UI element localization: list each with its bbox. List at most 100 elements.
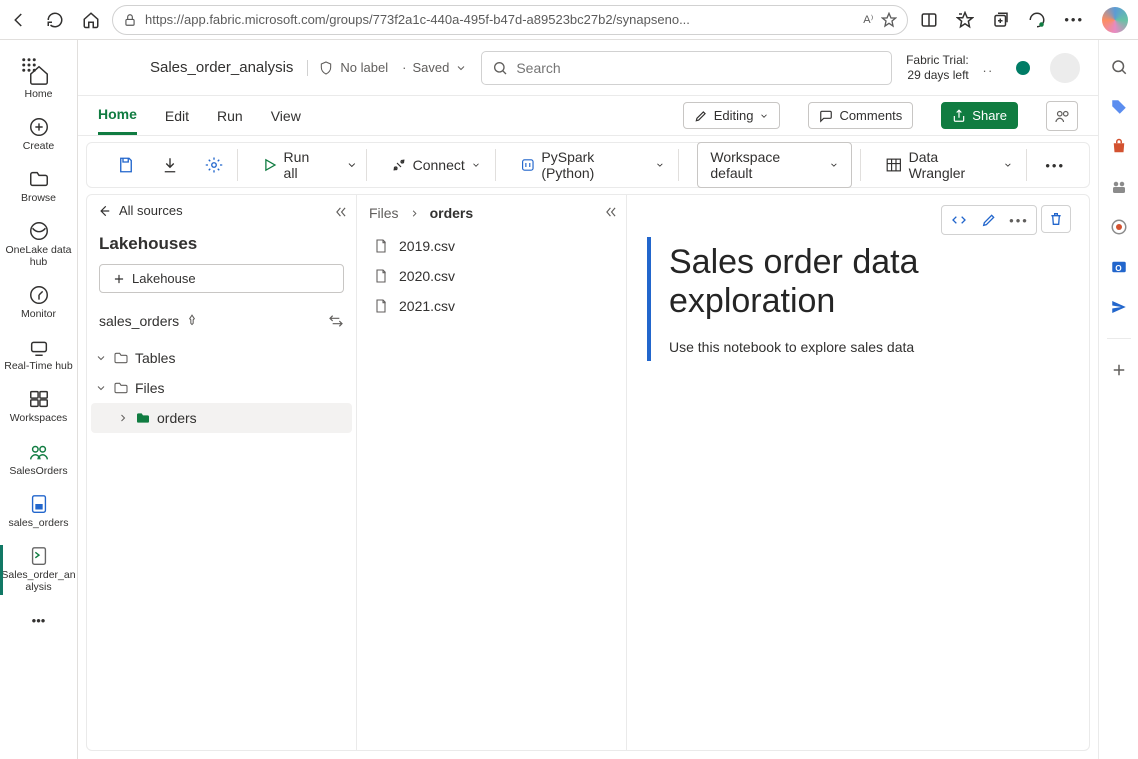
chevron-down-icon: [455, 62, 467, 74]
url-input[interactable]: [145, 12, 855, 27]
file-row[interactable]: 2019.csv: [365, 231, 618, 261]
connect-icon: [391, 157, 407, 173]
swap-icon[interactable]: [328, 313, 344, 329]
header-more-icon[interactable]: ..: [983, 60, 994, 75]
tab-run[interactable]: Run: [217, 96, 243, 135]
add-pane-icon[interactable]: [1110, 361, 1128, 379]
rail-create[interactable]: Create: [0, 110, 77, 160]
app-launcher-icon[interactable]: [12, 48, 46, 82]
download-button[interactable]: [155, 152, 185, 178]
collab-presence-button[interactable]: [1046, 101, 1078, 131]
rail-sales-orders-lh[interactable]: sales_orders: [0, 487, 77, 537]
rail-salesorders-ws[interactable]: SalesOrders: [0, 435, 77, 485]
teams-icon[interactable]: [1110, 178, 1128, 196]
outlook-icon[interactable]: O: [1110, 258, 1128, 276]
tag-icon[interactable]: [1110, 98, 1128, 116]
file-row[interactable]: 2020.csv: [365, 261, 618, 291]
presence-indicator[interactable]: [1016, 61, 1030, 75]
pin-icon[interactable]: [185, 314, 199, 328]
file-icon: [373, 298, 389, 314]
trial-status[interactable]: Fabric Trial: 29 days left: [906, 53, 969, 82]
editing-mode-button[interactable]: Editing: [683, 102, 781, 129]
page-header: Sales_order_analysis No label · Saved Fa…: [78, 40, 1098, 96]
markdown-cell[interactable]: Sales order data exploration Use this no…: [647, 237, 1067, 361]
share-button[interactable]: Share: [941, 102, 1018, 129]
lakehouses-heading: Lakehouses: [87, 226, 356, 264]
more-icon[interactable]: •••: [1064, 12, 1084, 27]
shopping-icon[interactable]: [1110, 138, 1128, 156]
send-icon[interactable]: [1110, 298, 1128, 316]
chevron-right-icon: [117, 412, 129, 424]
chevron-down-icon[interactable]: [346, 159, 358, 171]
search-input[interactable]: [516, 60, 881, 76]
svg-text:O: O: [1115, 264, 1122, 273]
refresh-icon[interactable]: [46, 11, 64, 29]
people-icon: [1053, 107, 1071, 125]
cell-delete-button[interactable]: [1041, 205, 1071, 233]
language-selector[interactable]: PySpark (Python): [514, 145, 671, 185]
people-icon: [28, 441, 50, 463]
office-icon[interactable]: [1110, 218, 1128, 236]
split-screen-icon[interactable]: [920, 11, 938, 29]
rail-workspaces[interactable]: Workspaces: [0, 382, 77, 432]
tree-tables[interactable]: Tables: [91, 343, 352, 373]
read-aloud-icon[interactable]: A⁾: [863, 13, 873, 26]
tab-home[interactable]: Home: [98, 96, 137, 135]
cell-title: Sales order data exploration: [669, 243, 1067, 321]
file-row[interactable]: 2021.csv: [365, 291, 618, 321]
favorites-bar-icon[interactable]: [956, 11, 974, 29]
sensitivity-label[interactable]: No label: [307, 60, 388, 76]
tab-view[interactable]: View: [271, 96, 301, 135]
comment-icon: [819, 109, 833, 123]
folder-solid-icon: [135, 410, 151, 426]
rail-more[interactable]: •••: [26, 607, 52, 634]
folder-icon: [113, 350, 129, 366]
collapse-files-icon[interactable]: [604, 205, 618, 219]
tree-orders[interactable]: orders: [91, 403, 352, 433]
crumb-current[interactable]: orders: [430, 205, 474, 221]
table-icon: [885, 156, 903, 174]
back-icon[interactable]: [10, 11, 28, 29]
run-all-button[interactable]: Run all: [256, 145, 332, 185]
all-sources-back[interactable]: All sources: [97, 203, 183, 218]
search-icon: [492, 60, 508, 76]
environment-selector[interactable]: Workspace default: [697, 142, 852, 188]
extensions-icon[interactable]: [1028, 11, 1046, 29]
data-wrangler-button[interactable]: Data Wrangler: [879, 145, 1018, 185]
search-box[interactable]: [481, 51, 892, 85]
file-icon: [373, 268, 389, 284]
settings-button[interactable]: [199, 152, 229, 178]
source-row[interactable]: sales_orders: [87, 307, 356, 343]
rail-monitor[interactable]: Monitor: [0, 278, 77, 328]
add-lakehouse-button[interactable]: Lakehouse: [99, 264, 344, 293]
cell-body: Use this notebook to explore sales data: [669, 339, 1067, 355]
comments-button[interactable]: Comments: [808, 102, 913, 129]
collapse-explorer-icon[interactable]: [334, 205, 348, 219]
toolbar-more[interactable]: •••: [1037, 158, 1073, 173]
cell-edit-button[interactable]: [974, 206, 1004, 234]
copilot-icon[interactable]: [1102, 7, 1128, 33]
tree-files[interactable]: Files: [91, 373, 352, 403]
rail-notebook[interactable]: Sales_order_analysis: [0, 539, 77, 601]
cell-toggle-code-button[interactable]: [944, 206, 974, 234]
source-name: sales_orders: [99, 313, 179, 329]
notebook-title[interactable]: Sales_order_analysis: [150, 59, 293, 76]
user-avatar[interactable]: [1050, 53, 1080, 83]
save-button[interactable]: [111, 152, 141, 178]
onelake-icon: [28, 220, 50, 242]
home-icon[interactable]: [82, 11, 100, 29]
files-breadcrumb: Files orders: [357, 195, 626, 231]
search-pane-icon[interactable]: [1110, 58, 1128, 76]
cell-more-button[interactable]: •••: [1004, 206, 1034, 234]
tab-edit[interactable]: Edit: [165, 96, 189, 135]
rail-realtime[interactable]: Real-Time hub: [0, 330, 77, 380]
save-status[interactable]: · Saved: [402, 60, 467, 75]
rail-browse[interactable]: Browse: [0, 162, 77, 212]
address-bar[interactable]: A⁾: [112, 5, 908, 35]
collections-icon[interactable]: [992, 11, 1010, 29]
crumb-root[interactable]: Files: [369, 205, 399, 221]
rail-onelake[interactable]: OneLake data hub: [0, 214, 77, 276]
favorite-icon[interactable]: [881, 12, 897, 28]
connect-button[interactable]: Connect: [385, 153, 487, 177]
chevron-right-icon: [409, 208, 420, 219]
